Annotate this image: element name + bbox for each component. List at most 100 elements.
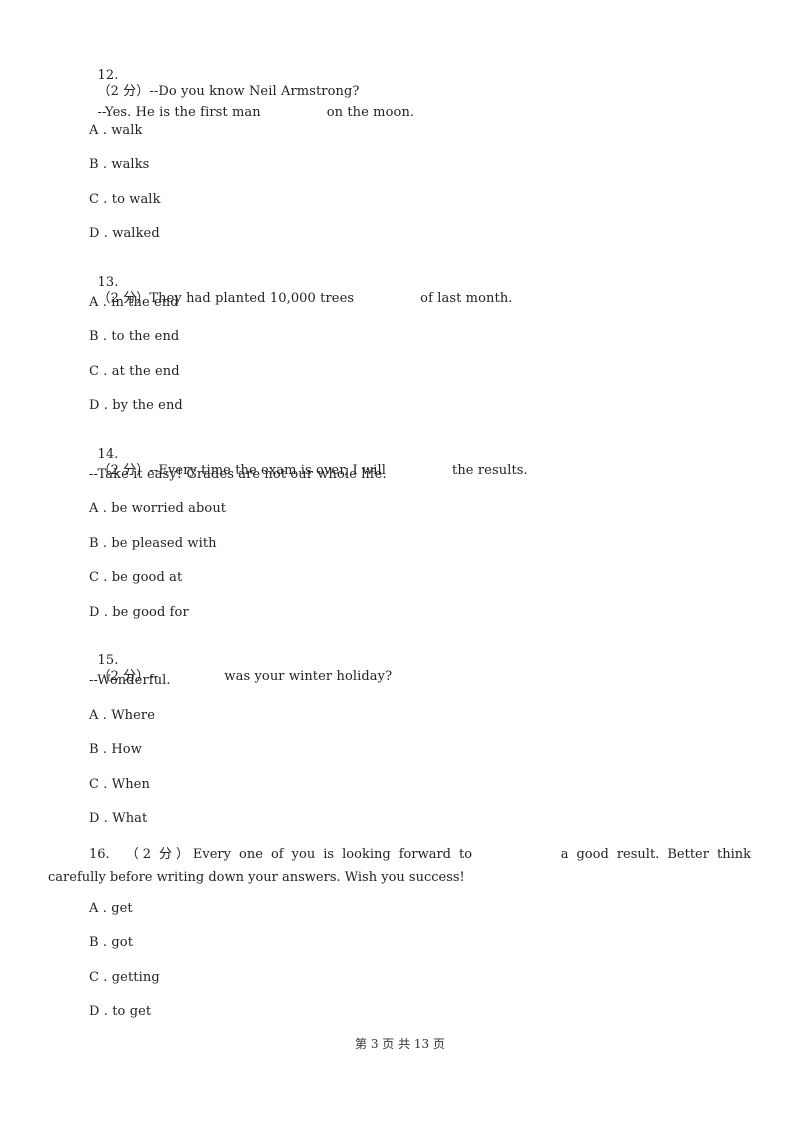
- option-separator: .: [98, 901, 112, 916]
- option-separator: .: [99, 192, 112, 207]
- question-text: They had planted 10,000 trees: [149, 291, 355, 306]
- option-letter: D: [89, 1004, 100, 1019]
- question-16-stem: 16. （2 分）Every one of you is looking for…: [48, 843, 751, 889]
- option-a: A . in the end: [89, 295, 179, 311]
- question-number: 12.: [97, 68, 119, 83]
- option-letter: C: [89, 970, 100, 985]
- option-separator: .: [98, 536, 112, 551]
- question-15-response: --Wonderful.: [89, 673, 171, 689]
- page-footer: 第 3 页 共 13 页: [355, 1037, 445, 1051]
- option-text: be worried about: [111, 501, 227, 516]
- option-separator: .: [98, 329, 112, 344]
- question-score: （2 分）: [125, 847, 193, 862]
- question-number: 16.: [89, 847, 110, 862]
- question-14-response: --Take it easy! Grades are not our whole…: [89, 467, 387, 483]
- option-letter: B: [89, 329, 99, 344]
- option-text: How: [111, 742, 142, 757]
- question-text: --Take it easy! Grades are not our whole…: [89, 467, 387, 482]
- question-number: 13.: [97, 275, 119, 290]
- option-c: C . be good at: [89, 570, 182, 586]
- question-text: Every one of you is looking forward to: [192, 847, 473, 862]
- option-b: B . walks: [89, 157, 149, 173]
- option-c: C . at the end: [89, 364, 180, 380]
- option-text: walks: [111, 157, 150, 172]
- option-text: When: [111, 777, 150, 792]
- option-d: D . be good for: [89, 605, 189, 621]
- option-separator: .: [99, 226, 113, 241]
- option-letter: B: [89, 935, 99, 950]
- option-d: D . What: [89, 811, 147, 827]
- option-a: A . Where: [89, 708, 155, 724]
- option-separator: .: [99, 398, 113, 413]
- option-separator: .: [98, 742, 112, 757]
- option-b: B . to the end: [89, 329, 179, 345]
- question-text: on the moon.: [326, 105, 415, 120]
- option-letter: B: [89, 536, 99, 551]
- option-letter: A: [89, 295, 99, 310]
- option-separator: .: [99, 811, 113, 826]
- question-text: a good result. Better think: [560, 847, 752, 862]
- option-letter: D: [89, 226, 100, 241]
- option-text: getting: [111, 970, 160, 985]
- option-letter: B: [89, 157, 99, 172]
- option-separator: .: [99, 1004, 113, 1019]
- option-text: What: [112, 811, 148, 826]
- option-text: in the end: [111, 295, 179, 310]
- option-text: walk: [111, 123, 143, 138]
- option-letter: C: [89, 777, 100, 792]
- option-letter: D: [89, 605, 100, 620]
- option-letter: A: [89, 123, 99, 138]
- option-text: be pleased with: [111, 536, 217, 551]
- option-text: to get: [112, 1004, 152, 1019]
- question-number: 14.: [97, 447, 119, 462]
- option-b: B . got: [89, 935, 133, 951]
- option-separator: .: [98, 295, 112, 310]
- option-separator: .: [98, 501, 112, 516]
- option-separator: .: [98, 708, 112, 723]
- question-16-line1: 16. （2 分）Every one of you is looking for…: [48, 843, 751, 866]
- option-letter: C: [89, 192, 100, 207]
- option-separator: .: [99, 364, 112, 379]
- option-d: D . by the end: [89, 398, 183, 414]
- option-separator: .: [99, 605, 113, 620]
- option-letter: D: [89, 811, 100, 826]
- option-d: D . to get: [89, 1004, 151, 1020]
- option-separator: .: [99, 970, 112, 985]
- question-text: the results.: [452, 463, 528, 478]
- option-text: to the end: [111, 329, 180, 344]
- option-text: be good for: [112, 605, 189, 620]
- question-text: --Wonderful.: [89, 673, 171, 688]
- option-separator: .: [99, 777, 112, 792]
- option-a: A . get: [89, 901, 133, 917]
- option-separator: .: [99, 570, 112, 585]
- option-letter: B: [89, 742, 99, 757]
- option-text: be good at: [111, 570, 183, 585]
- option-b: B . be pleased with: [89, 536, 217, 552]
- option-d: D . walked: [89, 226, 160, 242]
- question-text: carefully before writing down your answe…: [48, 870, 465, 885]
- question-12-response: --Yes. He is the first man on the moon.: [89, 89, 414, 121]
- option-c: C . When: [89, 777, 150, 793]
- option-text: to walk: [111, 192, 161, 207]
- option-a: A . walk: [89, 123, 143, 139]
- option-text: got: [111, 935, 134, 950]
- option-text: at the end: [111, 364, 180, 379]
- option-text: Where: [111, 708, 156, 723]
- option-letter: D: [89, 398, 100, 413]
- question-text: of last month.: [420, 291, 513, 306]
- option-text: get: [111, 901, 133, 916]
- question-text: was your winter holiday?: [224, 669, 393, 684]
- option-letter: A: [89, 708, 99, 723]
- question-number: 15.: [97, 653, 119, 668]
- option-separator: .: [98, 935, 112, 950]
- option-letter: A: [89, 901, 99, 916]
- option-letter: C: [89, 570, 100, 585]
- question-text: --Yes. He is the first man: [97, 105, 261, 120]
- option-separator: .: [98, 157, 112, 172]
- option-c: C . getting: [89, 970, 160, 986]
- option-letter: C: [89, 364, 100, 379]
- option-b: B . How: [89, 742, 142, 758]
- option-separator: .: [98, 123, 112, 138]
- option-letter: A: [89, 501, 99, 516]
- option-text: by the end: [112, 398, 183, 413]
